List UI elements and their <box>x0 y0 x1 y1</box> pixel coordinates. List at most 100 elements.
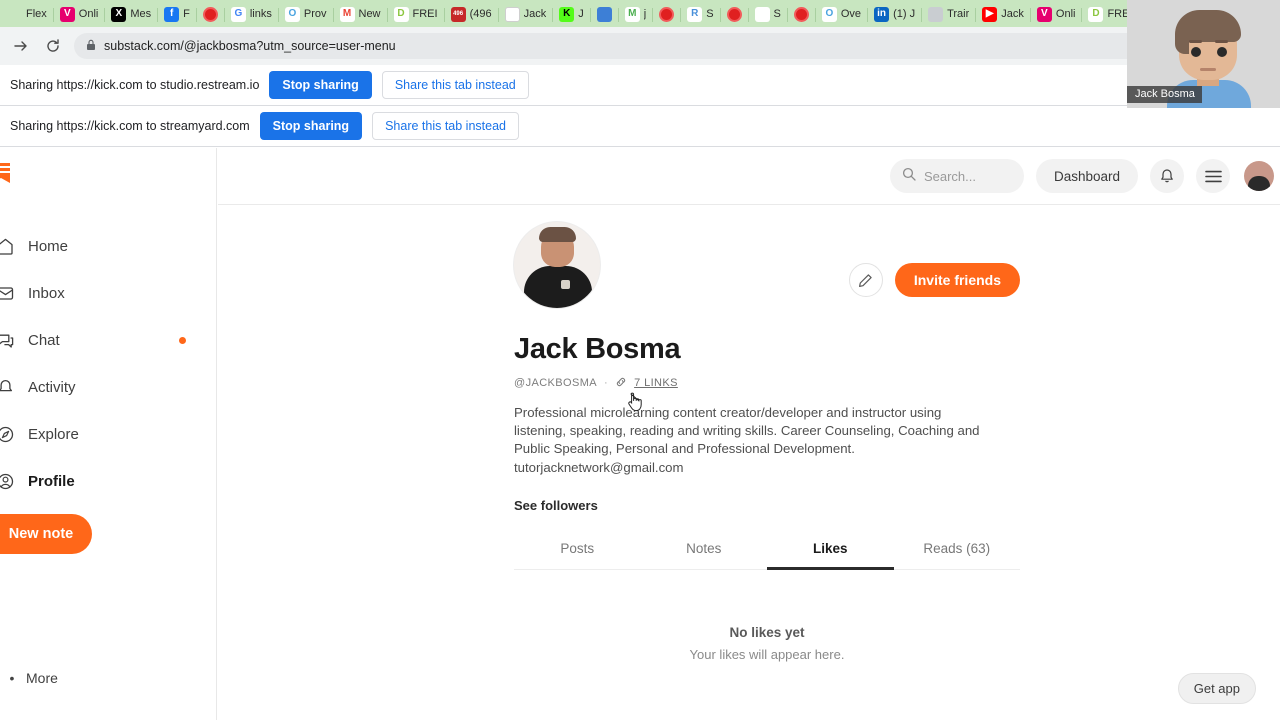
browser-tab[interactable]: V Onli <box>1029 1 1082 27</box>
browser-tab-label: Prov <box>303 8 327 20</box>
browser-tabstrip: Flex V Onli X Mes f F Glinks O Prov M New D FREI 496 (4… <box>0 0 1280 27</box>
sidebar-item-activity[interactable]: Activity <box>0 364 217 411</box>
browser-toolbar: substack.com/@jackbosma?utm_source=user-… <box>0 27 1280 65</box>
stop-sharing-button[interactable]: Stop sharing <box>259 112 363 140</box>
browser-tab[interactable]: in (1) J <box>867 1 921 27</box>
avatar[interactable] <box>1244 161 1274 191</box>
browser-tab[interactable] <box>589 1 618 27</box>
record-dot-icon <box>794 7 809 22</box>
browser-tab-label: Mes <box>130 8 152 20</box>
sidebar-item-inbox[interactable]: Inbox <box>0 270 217 317</box>
parrot-icon <box>754 6 770 22</box>
sidebar-item-explore[interactable]: Explore <box>0 411 217 458</box>
see-followers-link[interactable]: See followers <box>514 498 1020 513</box>
search-placeholder: Search... <box>923 168 976 184</box>
browser-tab[interactable]: S <box>747 1 787 27</box>
browser-tab-label: Onli <box>1055 8 1076 20</box>
address-bar[interactable]: substack.com/@jackbosma?utm_source=user-… <box>74 33 1270 59</box>
profile-content: Invite friends Jack Bosma @JACKBOSMA · 7… <box>218 205 1280 720</box>
browser-tab-label: (1) J <box>893 8 916 20</box>
profile-photo[interactable] <box>514 222 600 308</box>
profile-header: Invite friends Jack Bosma @JACKBOSMA · 7… <box>514 222 1020 662</box>
facebook-icon: f <box>164 6 180 22</box>
invite-friends-button[interactable]: Invite friends <box>894 263 1020 297</box>
browser-tab-label: S <box>706 8 714 20</box>
tab-likes[interactable]: Likes <box>767 541 894 570</box>
x-twitter-icon: X <box>111 6 127 22</box>
m-letter-icon: M <box>624 6 640 22</box>
sidebar-item-label: Chat <box>28 332 60 349</box>
compass-icon <box>0 425 22 444</box>
sidebar-item-home[interactable]: Home <box>0 223 217 270</box>
webcam-avatar-sideburn <box>1175 28 1189 54</box>
sidebar-item-label: Profile <box>28 473 75 490</box>
tab-notes[interactable]: Notes <box>641 541 768 569</box>
links-count-link[interactable]: 7 LINKS <box>634 377 678 389</box>
browser-tab[interactable] <box>652 1 680 27</box>
gmail-icon: M <box>339 6 355 22</box>
share-this-tab-instead-button[interactable]: Share this tab instead <box>381 71 529 99</box>
reload-icon[interactable] <box>42 35 64 57</box>
browser-tab[interactable]: Mj <box>617 1 652 27</box>
sidebar-nav: Home Inbox Chat Activity Explore Profile <box>0 223 217 505</box>
browser-tab[interactable] <box>786 1 815 27</box>
browser-tab-label: FREI <box>412 8 438 20</box>
browser-tab[interactable]: Jack <box>497 1 553 27</box>
browser-tab-label: F <box>183 8 190 20</box>
profile-icon <box>0 472 22 491</box>
screen-share-bar-restream: Sharing https://kick.com to studio.restr… <box>0 65 1280 106</box>
browser-tab-label: Flex <box>26 8 47 20</box>
browser-tab[interactable]: RS <box>680 1 719 27</box>
browser-tab[interactable]: KJ <box>552 1 590 27</box>
browser-tab[interactable]: 496 (496 <box>443 1 498 27</box>
browser-tab[interactable]: V Onli <box>52 1 105 27</box>
browser-tab[interactable]: O Prov <box>277 1 333 27</box>
webcam-avatar-mouth <box>1200 68 1216 71</box>
browser-tab[interactable]: Glinks <box>223 1 278 27</box>
gray-disc-icon <box>928 6 944 22</box>
new-note-button[interactable]: New note <box>0 514 92 554</box>
unread-badge-dot <box>179 337 186 344</box>
browser-tab[interactable]: D FREI <box>386 1 444 27</box>
tab-reads-63[interactable]: Reads (63) <box>894 541 1021 569</box>
webcam-avatar-eye-right <box>1217 47 1227 57</box>
browser-tab[interactable]: Trair <box>921 1 975 27</box>
browser-tab[interactable]: X Mes <box>104 1 157 27</box>
sidebar-item-chat[interactable]: Chat <box>0 317 217 364</box>
stop-sharing-button[interactable]: Stop sharing <box>269 71 372 99</box>
search-input[interactable]: Search... <box>889 159 1024 193</box>
more-dots-icon: • <box>9 670 15 686</box>
browser-tab-label: J <box>578 8 584 20</box>
webcam-avatar-brow-left <box>1189 40 1202 43</box>
sidebar-item-more[interactable]: • More <box>0 670 58 686</box>
inbox-icon <box>0 284 22 303</box>
chat-icon <box>0 331 22 350</box>
browser-tab[interactable]: fF <box>157 1 196 27</box>
browser-tab[interactable]: ▶ Jack <box>975 1 1030 27</box>
sidebar-item-profile[interactable]: Profile <box>0 458 217 505</box>
sidebar: Home Inbox Chat Activity Explore Profile New … <box>0 148 217 720</box>
get-app-button[interactable]: Get app <box>1177 673 1256 704</box>
browser-tab[interactable] <box>195 1 224 27</box>
browser-tab-label: Jack <box>523 8 547 20</box>
browser-tab[interactable]: Flex <box>0 1 53 27</box>
dashboard-button[interactable]: Dashboard <box>1035 159 1138 193</box>
browser-tab-label: Onli <box>78 8 99 20</box>
pencil-edit-icon[interactable] <box>848 263 883 297</box>
webcam-avatar-brow-right <box>1215 40 1228 43</box>
browser-tab[interactable] <box>719 1 748 27</box>
google-icon: G <box>230 6 246 22</box>
browser-tab[interactable]: M New <box>332 1 387 27</box>
activity-bell-icon <box>0 378 22 397</box>
bell-icon[interactable] <box>1150 159 1184 193</box>
forward-arrow-icon[interactable] <box>10 35 32 57</box>
share-this-tab-instead-button[interactable]: Share this tab instead <box>372 112 519 140</box>
browser-tab-label: Trair <box>947 8 970 20</box>
browser-tab[interactable]: O Ove <box>814 1 867 27</box>
share-status-text: Sharing https://kick.com to studio.restr… <box>10 78 260 92</box>
substack-logo-icon[interactable] <box>0 162 10 186</box>
hamburger-menu-icon[interactable] <box>1196 159 1230 193</box>
play-circle-icon: D <box>393 6 409 22</box>
sidebar-item-label: Home <box>28 238 69 255</box>
tab-posts[interactable]: Posts <box>514 541 641 569</box>
